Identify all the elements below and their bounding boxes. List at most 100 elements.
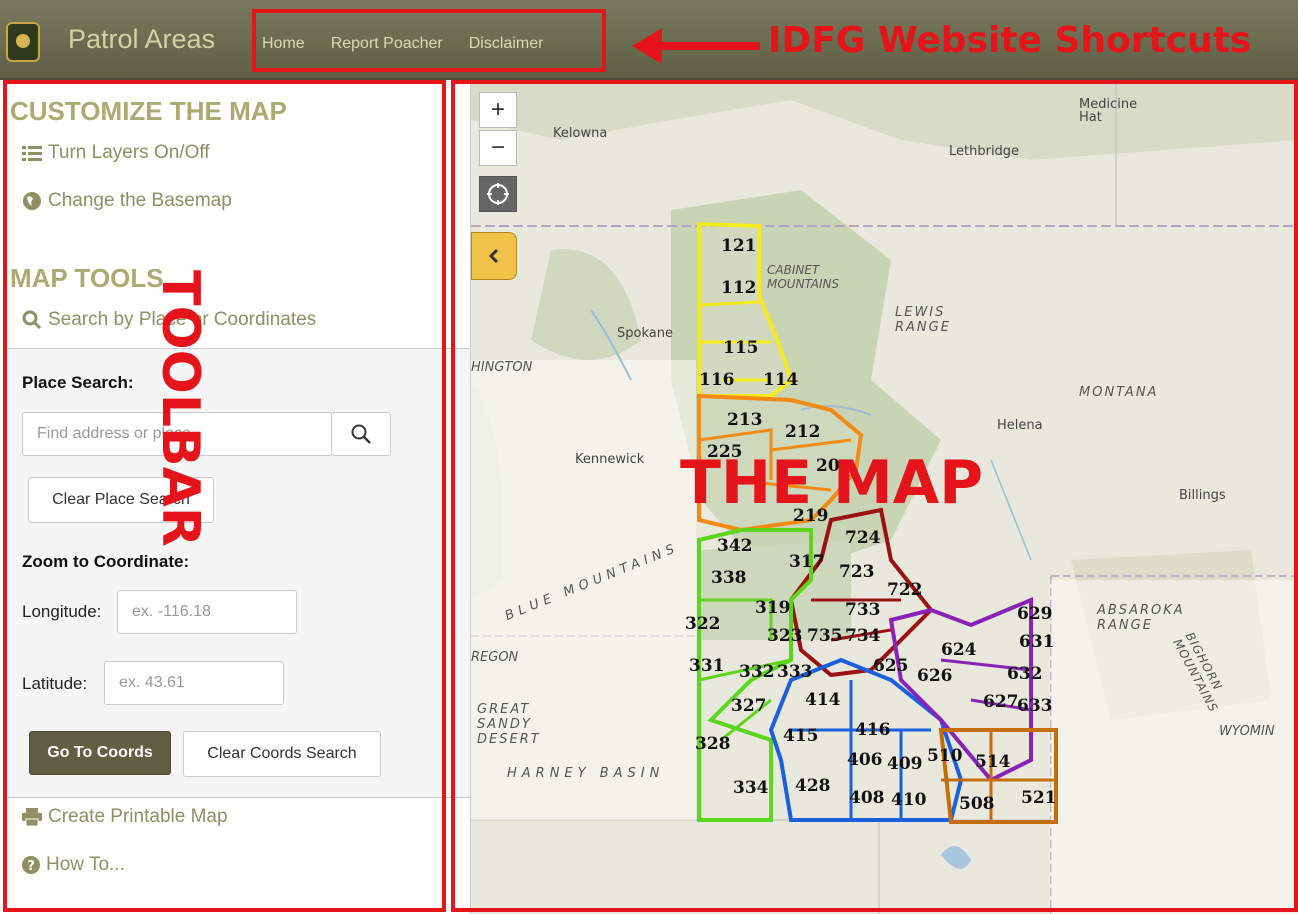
search-icon — [351, 424, 371, 444]
place-medicine-hat: Medicine Hat — [1079, 97, 1138, 125]
unit-label-406: 406 — [847, 750, 883, 770]
unit-label-627: 627 — [983, 692, 1019, 712]
geo-harney-basin: HARNEY BASIN — [507, 766, 665, 781]
place-lethbridge: Lethbridge — [949, 144, 1020, 159]
unit-label-112: 112 — [721, 278, 757, 298]
clear-coords-button[interactable]: Clear Coords Search — [183, 731, 381, 777]
unit-label-322: 322 — [685, 614, 721, 634]
place-search-label: Place Search: — [22, 373, 134, 392]
unit-label-428: 428 — [795, 776, 831, 796]
place-kennewick: Kennewick — [575, 452, 645, 467]
basemap-link[interactable]: Change the Basemap — [22, 190, 232, 212]
unit-label-328: 328 — [695, 734, 731, 754]
unit-label-333: 333 — [777, 662, 813, 682]
geo-montana: MONTANA — [1079, 385, 1159, 400]
help-icon: ? — [22, 856, 40, 874]
unit-label-334: 334 — [733, 778, 769, 798]
unit-label-722: 722 — [887, 580, 923, 600]
unit-label-114: 114 — [763, 370, 799, 390]
unit-label-629: 629 — [1017, 604, 1053, 624]
longitude-input[interactable]: ex. -116.18 — [117, 590, 297, 634]
unit-label-319: 319 — [755, 598, 791, 618]
zoom-coordinate-label: Zoom to Coordinate: — [22, 552, 190, 571]
latitude-input[interactable]: ex. 43.61 — [104, 661, 284, 705]
unit-label-734: 734 — [845, 626, 881, 646]
print-link[interactable]: Create Printable Map — [22, 806, 228, 828]
unit-label-626: 626 — [917, 666, 953, 686]
list-icon — [22, 146, 42, 161]
printer-icon — [22, 808, 42, 826]
search-icon — [22, 310, 42, 330]
globe-icon — [23, 192, 41, 210]
unit-label-724: 724 — [845, 528, 881, 548]
unit-label-633: 633 — [1017, 696, 1053, 716]
search-panel: Place Search: Find address or place Clea… — [8, 348, 470, 798]
print-link-label: Create Printable Map — [48, 806, 228, 827]
unit-label-317: 317 — [789, 552, 825, 572]
customize-heading: CUSTOMIZE THE MAP — [10, 96, 287, 126]
unit-label-723: 723 — [839, 562, 875, 582]
howto-link[interactable]: ? How To... — [22, 854, 125, 876]
longitude-label: Longitude: — [22, 602, 102, 621]
geo-absaroka-range: ABSAROKA RANGE — [1097, 603, 1185, 633]
collapse-sidebar-button[interactable] — [471, 232, 517, 280]
sidebar: CUSTOMIZE THE MAP Turn Layers On/Off Cha… — [0, 80, 471, 914]
unit-label-323: 323 — [767, 626, 803, 646]
unit-label-414: 414 — [805, 690, 841, 710]
unit-label-514: 514 — [975, 752, 1011, 772]
unit-label-632: 632 — [1007, 664, 1043, 684]
svg-text:?: ? — [27, 859, 35, 874]
unit-label-733: 733 — [845, 600, 881, 620]
unit-label-212: 212 — [785, 422, 821, 442]
annotation-map: THE MAP — [680, 448, 984, 518]
geo-oregon: REGON — [471, 650, 519, 665]
nav-home[interactable]: Home — [262, 35, 305, 53]
geo-washington: HINGTON — [471, 360, 533, 375]
unit-label-338: 338 — [711, 568, 747, 588]
unit-label-213: 213 — [727, 410, 763, 430]
go-to-coords-button[interactable]: Go To Coords — [29, 731, 171, 775]
nav-report-poacher[interactable]: Report Poacher — [331, 35, 443, 53]
nav-disclaimer[interactable]: Disclaimer — [469, 35, 544, 53]
zoom-in-button[interactable]: + — [479, 92, 517, 128]
annotation-arrow-icon — [632, 28, 760, 64]
app-header: Patrol Areas Home Report Poacher Disclai… — [0, 0, 1298, 80]
unit-label-415: 415 — [783, 726, 819, 746]
geo-cabinet-mountains: CABINET MOUNTAINS — [767, 263, 840, 291]
unit-label-625: 625 — [873, 656, 909, 676]
place-kelowna: Kelowna — [553, 126, 608, 141]
unit-label-735: 735 — [807, 626, 843, 646]
annotation-shortcuts: IDFG Website Shortcuts — [768, 20, 1252, 61]
locate-button[interactable] — [479, 176, 517, 212]
unit-label-521: 521 — [1021, 788, 1057, 808]
app-title: Patrol Areas — [68, 24, 216, 54]
geo-great-sandy-desert: GREAT SANDY DESERT — [477, 702, 541, 747]
geo-lewis-range: LEWIS RANGE — [895, 305, 951, 335]
unit-label-331: 331 — [689, 656, 725, 676]
unit-label-416: 416 — [855, 720, 891, 740]
howto-link-label: How To... — [46, 854, 125, 875]
unit-label-408: 408 — [849, 788, 885, 808]
unit-label-510: 510 — [927, 746, 963, 766]
unit-label-332: 332 — [739, 662, 775, 682]
unit-label-115: 115 — [723, 338, 759, 358]
unit-label-327: 327 — [731, 696, 767, 716]
basemap-link-label: Change the Basemap — [48, 190, 232, 211]
unit-label-409: 409 — [887, 754, 923, 774]
place-search-button[interactable] — [331, 412, 391, 456]
tools-heading: MAP TOOLS — [10, 263, 164, 293]
zoom-out-button[interactable]: − — [479, 130, 517, 166]
unit-label-508: 508 — [959, 794, 995, 814]
place-helena: Helena — [997, 418, 1043, 433]
place-spokane: Spokane — [617, 326, 673, 341]
unit-label-116: 116 — [699, 370, 735, 390]
latitude-label: Latitude: — [22, 674, 88, 693]
locate-icon — [487, 183, 509, 205]
unit-label-121: 121 — [721, 236, 757, 256]
unit-label-631: 631 — [1019, 632, 1055, 652]
unit-label-624: 624 — [941, 640, 977, 660]
nav-links: Home Report Poacher Disclaimer — [262, 35, 543, 53]
unit-label-410: 410 — [891, 790, 927, 810]
layers-link[interactable]: Turn Layers On/Off — [22, 142, 210, 164]
place-billings: Billings — [1179, 488, 1226, 503]
